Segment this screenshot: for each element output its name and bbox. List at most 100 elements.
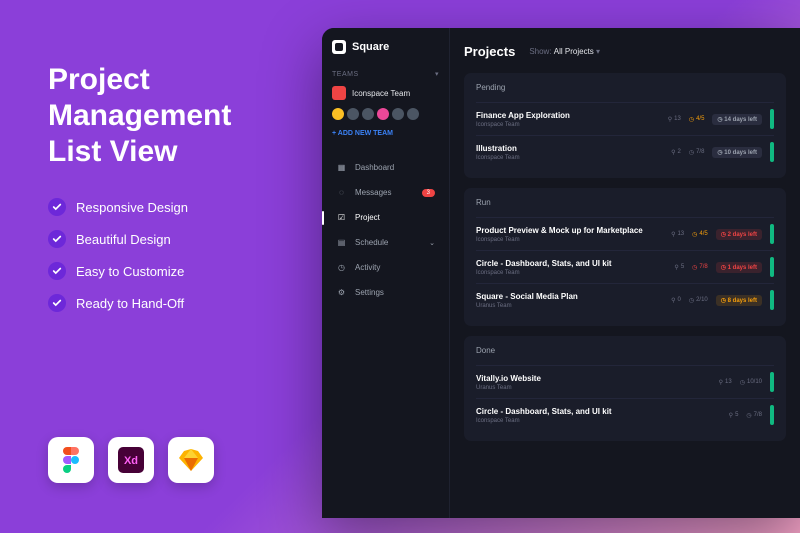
figma-icon (48, 437, 94, 483)
clock-icon: ◷ (689, 116, 694, 123)
section-pending: PendingFinance App ExplorationIconspace … (464, 73, 786, 178)
attachment-count: ⚲0 (671, 297, 681, 304)
check-square-icon: ☑ (336, 212, 347, 223)
project-title: Square - Social Media Plan (476, 292, 671, 301)
attachment-icon: ⚲ (674, 264, 678, 271)
attachment-count: ⚲13 (668, 116, 681, 123)
feature-list: Responsive Design Beautiful Design Easy … (48, 198, 278, 312)
chevron-down-icon[interactable]: ▾ (435, 70, 439, 78)
avatar[interactable] (362, 108, 374, 120)
due-pill: ◷ 2 days left (716, 229, 762, 240)
avatar[interactable] (392, 108, 404, 120)
check-icon (48, 230, 66, 248)
brand-icon (332, 40, 346, 54)
calendar-icon: ▤ (336, 237, 347, 248)
project-title: Product Preview & Mock up for Marketplac… (476, 226, 671, 235)
attachment-icon: ⚲ (729, 412, 733, 419)
section-title: Done (476, 346, 774, 355)
avatar[interactable] (407, 108, 419, 120)
project-team: Uranus Team (476, 385, 719, 391)
app-window: Square TEAMS ▾ Iconspace Team + ADD NEW … (322, 28, 800, 518)
add-team-button[interactable]: + ADD NEW TEAM (332, 130, 439, 137)
project-row[interactable]: Square - Social Media Plan Uranus Team⚲0 ◷… (476, 283, 774, 316)
teams-header: TEAMS ▾ (332, 70, 439, 78)
avatar[interactable] (347, 108, 359, 120)
status-bar (770, 290, 774, 310)
project-row[interactable]: Circle - Dashboard, Stats, and UI kit Ico… (476, 250, 774, 283)
project-title: Circle - Dashboard, Stats, and UI kit (476, 259, 674, 268)
time-count: ◷2/10 (689, 297, 708, 304)
nav-messages[interactable]: ◌Messages3 (332, 180, 439, 205)
filter-dropdown[interactable]: Show: All Projects ▾ (529, 47, 600, 56)
section-run: Run Product Preview & Mock up for Marketp… (464, 188, 786, 326)
time-count: ◷4/5 (692, 231, 708, 238)
attachment-icon: ⚲ (671, 297, 675, 304)
attachment-count: ⚲5 (729, 412, 739, 419)
badge: 3 (422, 189, 435, 197)
project-team: Iconspace Team (476, 237, 671, 243)
time-count: ◷7/8 (689, 149, 705, 156)
clock-icon: ◷ (336, 262, 347, 273)
attachment-icon: ⚲ (668, 116, 672, 123)
promo-panel: Project Management List View Responsive … (48, 62, 278, 326)
clock-icon: ◷ (740, 379, 745, 386)
nav-settings[interactable]: ⚙Settings (332, 280, 439, 305)
gear-icon: ⚙ (336, 287, 347, 298)
time-count: ◷4/5 (689, 116, 705, 123)
xd-icon: Xd (108, 437, 154, 483)
brand[interactable]: Square (332, 40, 439, 54)
promo-title: Project Management List View (48, 62, 278, 170)
chevron-down-icon: ▾ (596, 47, 600, 56)
main-content: Projects Show: All Projects ▾ PendingFin… (450, 28, 800, 518)
status-bar (770, 257, 774, 277)
attachment-icon: ⚲ (671, 231, 675, 238)
project-team: Iconspace Team (476, 122, 668, 128)
check-icon (48, 198, 66, 216)
attachment-count: ⚲13 (671, 231, 684, 238)
page-title: Projects (464, 44, 515, 59)
attachment-count: ⚲5 (674, 264, 684, 271)
project-team: Uranus Team (476, 303, 671, 309)
nav-schedule[interactable]: ▤Schedule⌄ (332, 230, 439, 255)
nav-activity[interactable]: ◷Activity (332, 255, 439, 280)
project-row[interactable]: Vitally.io WebsiteUranus Team⚲13◷10/10 (476, 365, 774, 398)
project-team: Iconspace Team (476, 155, 671, 161)
project-row[interactable]: Illustration Iconspace Team⚲2 ◷7/8 ◷ 10 day… (476, 135, 774, 168)
chat-icon: ◌ (336, 187, 347, 198)
attachment-count: ⚲2 (671, 149, 681, 156)
section-title: Run (476, 198, 774, 207)
time-count: ◷10/10 (740, 379, 762, 386)
avatar[interactable] (332, 108, 344, 120)
status-bar (770, 142, 774, 162)
team-members (332, 108, 439, 120)
due-pill: ◷ 10 days left (712, 147, 762, 158)
attachment-icon: ⚲ (671, 149, 675, 156)
attachment-count: ⚲13 (719, 379, 732, 386)
main-header: Projects Show: All Projects ▾ (464, 44, 786, 59)
nav-project[interactable]: ☑Project (332, 205, 439, 230)
grid-icon: ▦ (336, 162, 347, 173)
project-row[interactable]: Product Preview & Mock up for Marketplac… (476, 217, 774, 250)
project-row[interactable]: Circle - Dashboard, Stats, and UI kit Ico… (476, 398, 774, 431)
due-pill: ◷ 8 days left (716, 295, 762, 306)
time-count: ◷7/8 (692, 264, 708, 271)
clock-icon: ◷ (692, 231, 697, 238)
clock-icon: ◷ (689, 297, 694, 304)
avatar[interactable] (377, 108, 389, 120)
nav-dashboard[interactable]: ▦Dashboard (332, 155, 439, 180)
project-team: Iconspace Team (476, 418, 729, 424)
check-icon (48, 294, 66, 312)
section-done: DoneVitally.io WebsiteUranus Team⚲13◷10/… (464, 336, 786, 441)
svg-text:Xd: Xd (124, 455, 138, 467)
project-team: Iconspace Team (476, 270, 674, 276)
attachment-icon: ⚲ (719, 379, 723, 386)
clock-icon: ◷ (689, 149, 694, 156)
time-count: ◷7/8 (746, 412, 762, 419)
project-title: Circle - Dashboard, Stats, and UI kit (476, 407, 729, 416)
project-title: Illustration (476, 144, 671, 153)
team-item[interactable]: Iconspace Team (332, 86, 439, 100)
clock-icon: ◷ (746, 412, 751, 419)
status-bar (770, 372, 774, 392)
project-row[interactable]: Finance App ExplorationIconspace Team⚲13… (476, 102, 774, 135)
status-bar (770, 109, 774, 129)
